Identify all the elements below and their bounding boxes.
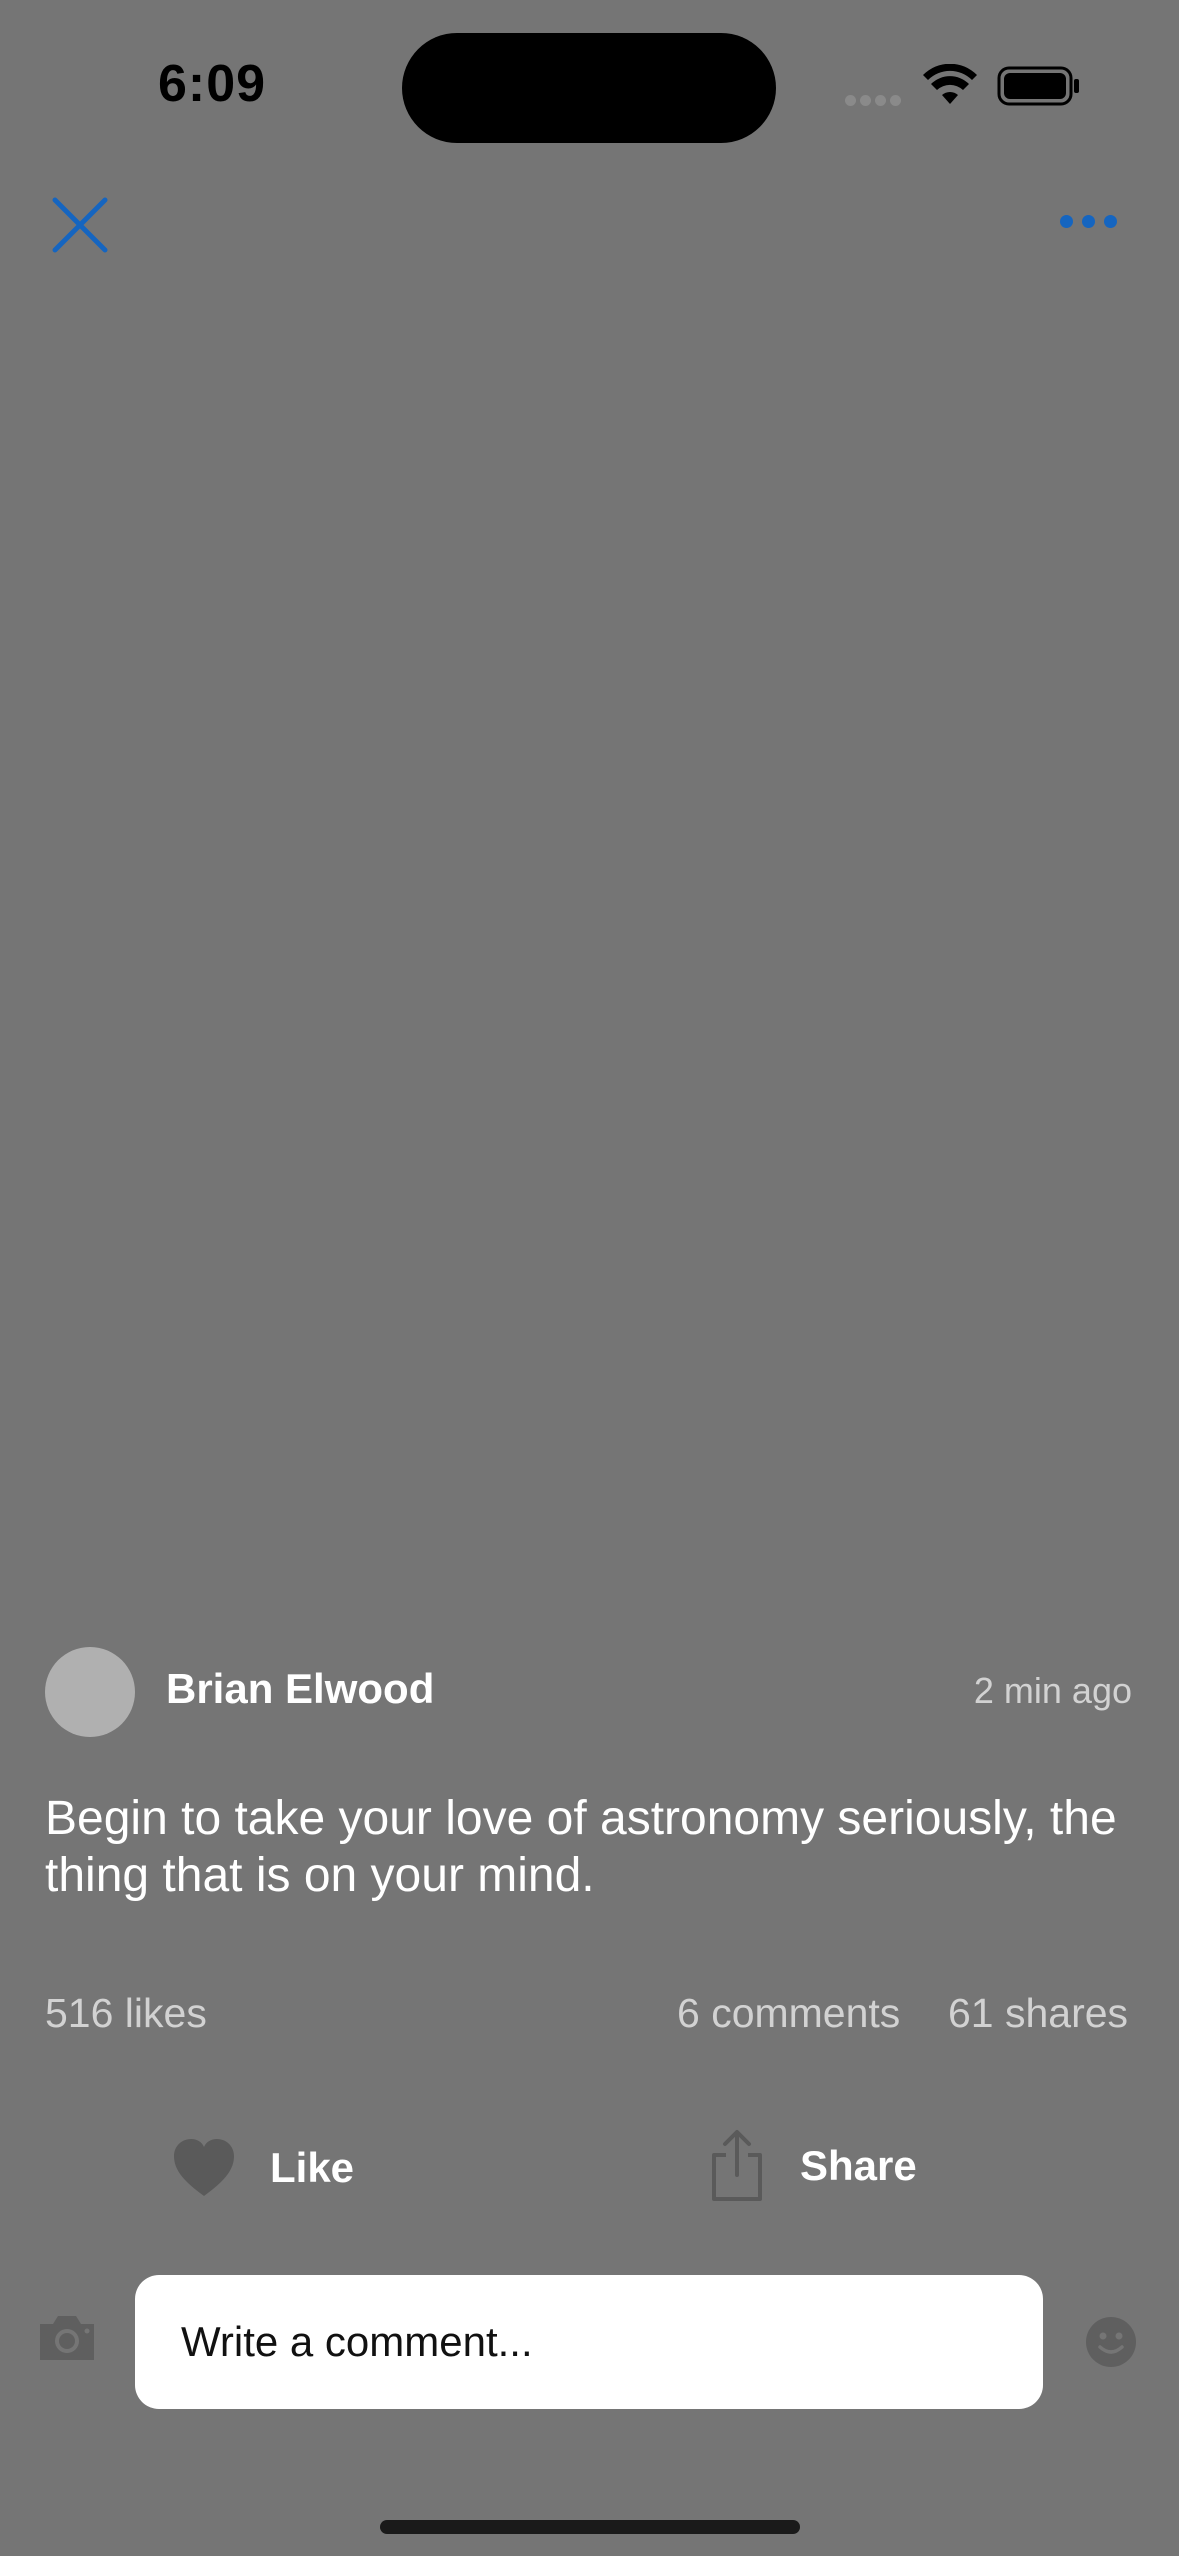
emoji-icon[interactable]: [1085, 2316, 1137, 2368]
avatar[interactable]: [45, 1647, 135, 1737]
wifi-icon: [923, 64, 977, 104]
cellular-signal-icon: [845, 93, 907, 109]
like-button[interactable]: Like: [172, 2132, 354, 2204]
share-label: Share: [800, 2142, 917, 2189]
share-button[interactable]: Share: [708, 2128, 917, 2204]
dynamic-island: [402, 33, 776, 143]
comments-count[interactable]: 6 comments: [677, 1990, 900, 2037]
close-icon[interactable]: [50, 195, 110, 255]
home-indicator[interactable]: [380, 2520, 800, 2534]
likes-count[interactable]: 516 likes: [45, 1990, 207, 2037]
battery-icon: [997, 66, 1079, 106]
comment-input[interactable]: Write a comment...: [135, 2275, 1043, 2409]
camera-icon[interactable]: [36, 2312, 98, 2364]
status-time: 6:09: [158, 55, 267, 113]
more-options-icon[interactable]: [1060, 215, 1130, 239]
shares-count[interactable]: 61 shares: [948, 1990, 1128, 2037]
heart-icon: [174, 2139, 234, 2196]
share-icon: [712, 2130, 762, 2201]
like-label: Like: [270, 2144, 355, 2191]
post-text: Begin to take your love of astronomy ser…: [45, 1792, 1117, 1902]
author-name[interactable]: Brian Elwood: [166, 1665, 434, 1713]
post-timestamp: 2 min ago: [973, 1670, 1132, 1711]
